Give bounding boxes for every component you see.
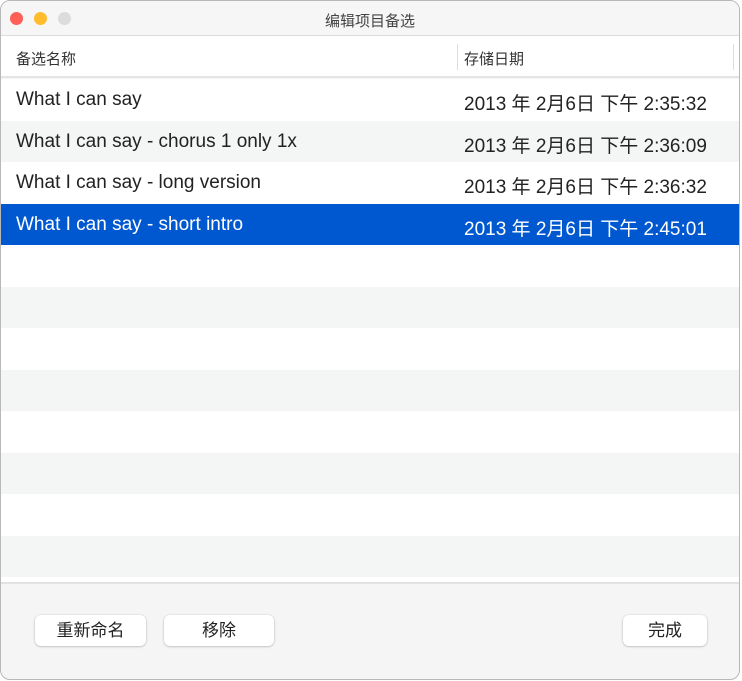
window-title: 编辑项目备选 bbox=[324, 13, 415, 30]
saved-date: 2013 年 2月6日 下午 2:36:32 bbox=[464, 177, 707, 198]
done-button[interactable]: 完成 bbox=[623, 615, 707, 646]
table-row[interactable]: What I can say - chorus 1 only 1x 2013 年 … bbox=[1, 120, 739, 162]
saved-date: 2013 年 2月6日 下午 2:35:32 bbox=[464, 94, 707, 115]
saved-date: 2013 年 2月6日 下午 2:36:09 bbox=[464, 135, 707, 157]
alternative-name: What I can say - chorus 1 only 1x bbox=[16, 130, 297, 152]
alternative-name: What I can say bbox=[16, 89, 142, 110]
column-header-name[interactable]: 备选名称 bbox=[16, 48, 76, 69]
column-divider[interactable] bbox=[733, 44, 734, 70]
empty-row bbox=[1, 411, 739, 453]
column-divider[interactable] bbox=[457, 44, 458, 70]
empty-row bbox=[1, 286, 739, 328]
table-row[interactable]: What I can say - long version 2013 年 2月6日… bbox=[1, 162, 739, 204]
table-header: 备选名称 存储日期 bbox=[1, 36, 739, 78]
title-bar: 编辑项目备选 bbox=[1, 1, 739, 36]
table-row[interactable]: What I can say 2013 年 2月6日 下午 2:35:32 bbox=[1, 79, 739, 121]
column-header-date[interactable]: 存储日期 bbox=[464, 48, 524, 69]
edit-alternatives-dialog: 编辑项目备选 备选名称 存储日期 What I can say 2013 年 2月… bbox=[0, 0, 740, 680]
saved-date: 2013 年 2月6日 下午 2:45:01 bbox=[464, 218, 707, 240]
remove-button[interactable]: 移除 bbox=[164, 615, 274, 646]
alternatives-table: What I can say 2013 年 2月6日 下午 2:35:32 Wha… bbox=[1, 79, 739, 582]
divider bbox=[1, 582, 739, 584]
empty-row bbox=[1, 328, 739, 370]
empty-row bbox=[1, 494, 739, 536]
empty-row bbox=[1, 452, 739, 494]
alternative-name: What I can say - short intro bbox=[16, 213, 244, 235]
rename-button[interactable]: 重新命名 bbox=[35, 615, 146, 646]
empty-row bbox=[1, 535, 739, 577]
empty-row bbox=[1, 369, 739, 411]
alternative-name: What I can say - long version bbox=[16, 172, 261, 193]
table-row-selected[interactable]: What I can say - short intro 2013 年 2月6日 … bbox=[1, 203, 739, 245]
empty-row bbox=[1, 245, 739, 287]
